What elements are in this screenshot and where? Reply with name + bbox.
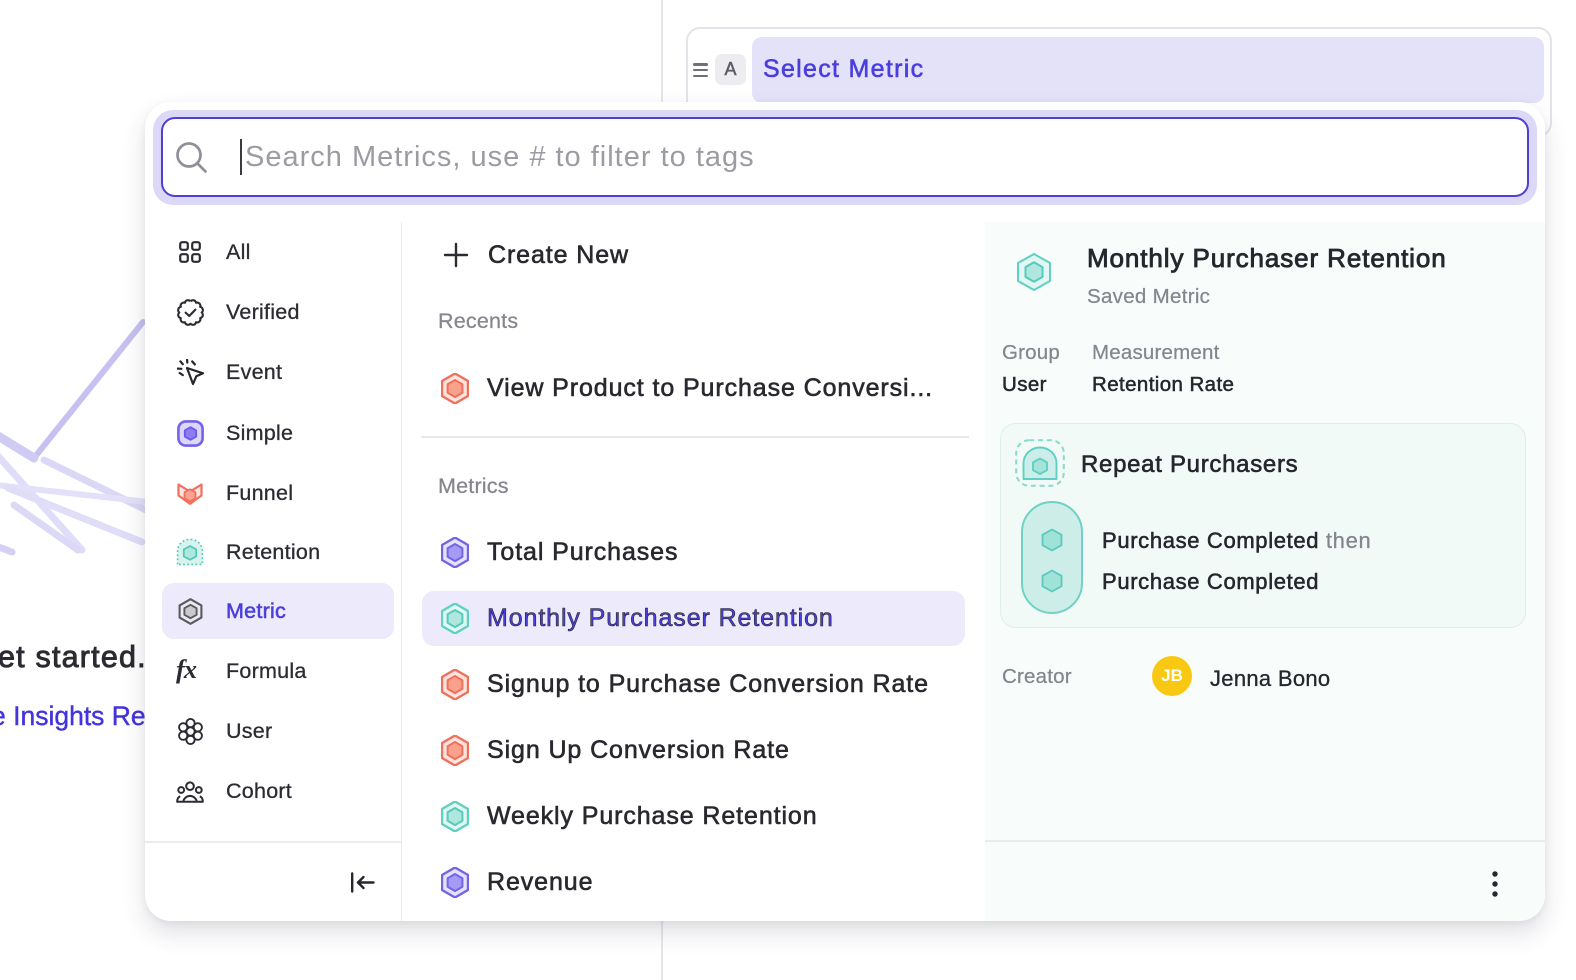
svg-text:fx: fx xyxy=(176,656,197,684)
